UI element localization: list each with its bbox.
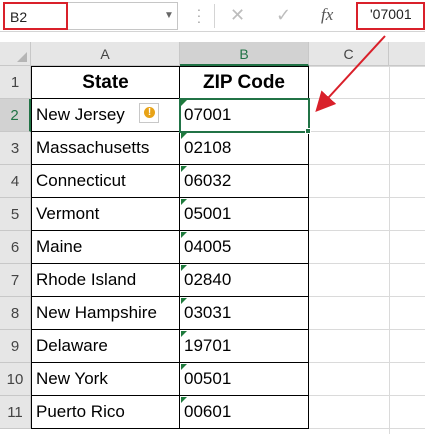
annotation-arrow	[315, 35, 386, 112]
